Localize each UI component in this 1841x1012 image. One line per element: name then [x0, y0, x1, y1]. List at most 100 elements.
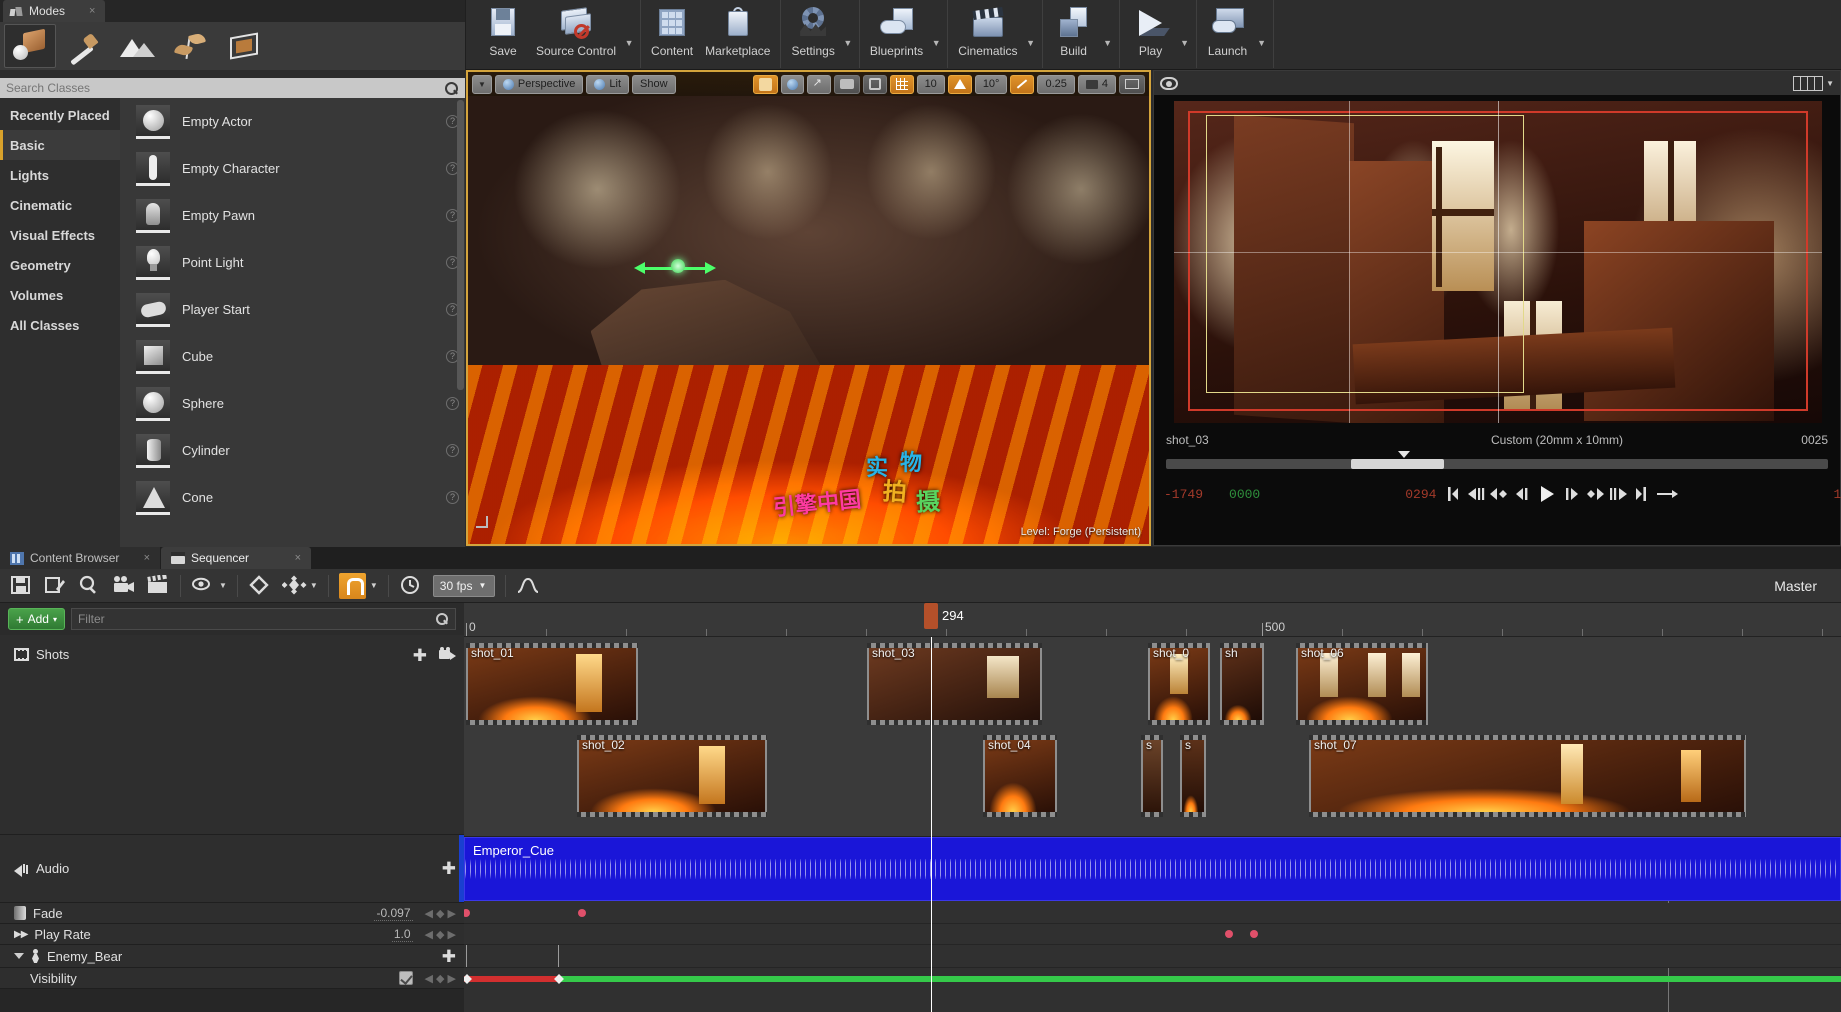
- show-menu-button[interactable]: Show: [632, 74, 676, 94]
- source-control-caret-icon[interactable]: ▼: [622, 38, 636, 48]
- scale-snap-value-button[interactable]: 0.25: [1037, 74, 1075, 94]
- track-row-play-rate[interactable]: ▶▶ Play Rate 1.0 ◀ ◆ ▶: [0, 924, 464, 945]
- curve-editor-button[interactable]: [516, 575, 540, 597]
- blueprints-button[interactable]: Blueprints: [864, 0, 929, 58]
- cinematic-scrubber[interactable]: [1166, 451, 1828, 469]
- time-snap-button[interactable]: [399, 575, 423, 597]
- jump-to-end-button[interactable]: [1630, 484, 1652, 504]
- cinematics-caret-icon[interactable]: ▼: [1024, 38, 1038, 48]
- close-icon[interactable]: ×: [144, 552, 150, 564]
- shot-clip[interactable]: s: [1141, 735, 1163, 817]
- shot-clip[interactable]: shot_06: [1296, 643, 1428, 725]
- help-icon[interactable]: ?: [446, 491, 459, 504]
- tab-sequencer[interactable]: Sequencer ×: [161, 547, 311, 569]
- keyframe[interactable]: [464, 909, 470, 917]
- track-row-visibility[interactable]: Visibility ◀ ◆ ▶: [0, 968, 464, 989]
- list-item[interactable]: Empty Character ?: [120, 145, 465, 192]
- forward-button[interactable]: [1607, 484, 1629, 504]
- track-row-shots[interactable]: Shots ✚: [0, 635, 464, 835]
- camera-perspective-button[interactable]: Perspective: [494, 74, 584, 94]
- surface-snap-button[interactable]: [862, 74, 887, 94]
- keyframe[interactable]: [578, 909, 586, 917]
- step-back-button[interactable]: [1511, 484, 1533, 504]
- close-icon[interactable]: ×: [89, 5, 95, 17]
- list-item[interactable]: Empty Actor ?: [120, 98, 465, 145]
- create-camera-button[interactable]: [112, 575, 136, 597]
- category-cinematic[interactable]: Cinematic: [0, 190, 120, 220]
- list-item[interactable]: Cylinder ?: [120, 427, 465, 474]
- keyframe-nav-group[interactable]: ◀ ◆ ▶: [425, 907, 457, 920]
- search-classes-field[interactable]: [0, 78, 465, 98]
- rotate-mode-button[interactable]: ↗: [806, 74, 831, 94]
- create-camera-icon[interactable]: [439, 647, 456, 660]
- translate-mode-button[interactable]: [780, 74, 804, 94]
- play-caret-icon[interactable]: ▼: [1178, 38, 1192, 48]
- maximize-viewport-button[interactable]: [1119, 74, 1145, 94]
- filter-input[interactable]: Filter: [70, 608, 456, 630]
- shot-clip[interactable]: shot_0: [1148, 643, 1210, 725]
- source-control-button[interactable]: Source Control: [530, 0, 622, 58]
- track-row-fade[interactable]: Fade -0.097 ◀ ◆ ▶: [0, 903, 464, 924]
- list-item[interactable]: Point Light ?: [120, 239, 465, 286]
- category-volumes[interactable]: Volumes: [0, 280, 120, 310]
- build-button[interactable]: Build: [1047, 0, 1101, 58]
- level-viewport[interactable]: 引擎中国 拍 摄 实 物 Level: Forge (Persistent) ▼…: [466, 70, 1151, 546]
- keyframe-nav-group[interactable]: ◀ ◆ ▶: [425, 972, 457, 985]
- shot-clip[interactable]: s: [1180, 735, 1206, 817]
- auto-key-button[interactable]: [281, 575, 307, 597]
- loop-button[interactable]: [1653, 484, 1683, 504]
- playback-options-button[interactable]: [191, 575, 215, 597]
- shot-clip[interactable]: shot_07: [1309, 735, 1746, 817]
- build-caret-icon[interactable]: ▼: [1101, 38, 1115, 48]
- visibility-checkbox[interactable]: [398, 971, 413, 985]
- snap-toggle-button[interactable]: [338, 572, 366, 599]
- save-button[interactable]: Save: [476, 0, 530, 58]
- play-rate-value[interactable]: 1.0: [391, 927, 413, 942]
- step-back-key-button[interactable]: [1488, 484, 1510, 504]
- shot-clip[interactable]: shot_01: [466, 643, 638, 725]
- cinematics-button[interactable]: Cinematics: [952, 0, 1023, 58]
- visibility-keyframe-row[interactable]: [464, 968, 1841, 989]
- fade-value[interactable]: -0.097: [374, 906, 413, 921]
- shot-clip[interactable]: shot_02: [577, 735, 767, 817]
- category-visual-effects[interactable]: Visual Effects: [0, 220, 120, 250]
- shot-clip[interactable]: shot_03: [867, 643, 1042, 725]
- list-item[interactable]: Sphere ?: [120, 380, 465, 427]
- playhead-handle[interactable]: [924, 603, 938, 629]
- shot-clip[interactable]: sh: [1220, 643, 1264, 725]
- enemy-bear-row[interactable]: [464, 945, 1841, 968]
- translate-gizmo[interactable]: [634, 258, 717, 277]
- landscape-mode-button[interactable]: [112, 24, 164, 68]
- tab-modes[interactable]: Modes ×: [3, 0, 106, 22]
- keyframe-button[interactable]: [248, 574, 272, 597]
- play-button[interactable]: [1534, 484, 1560, 504]
- previous-key-button[interactable]: [1465, 484, 1487, 504]
- chevron-down-icon[interactable]: ▼: [219, 581, 227, 590]
- sequencer-timeline[interactable]: 0 500 1000 294: [464, 603, 1841, 1012]
- place-mode-button[interactable]: [4, 24, 56, 68]
- step-forward-button[interactable]: [1561, 484, 1583, 504]
- help-icon[interactable]: ?: [446, 444, 459, 457]
- transport-end-value[interactable]: 1700: [1833, 487, 1841, 502]
- search-input[interactable]: [6, 81, 444, 95]
- shot-clip[interactable]: shot_04: [983, 735, 1057, 817]
- settings-button[interactable]: Settings: [785, 0, 840, 58]
- content-button[interactable]: Content: [645, 0, 699, 58]
- category-recently-placed[interactable]: Recently Placed: [0, 100, 120, 130]
- timeline-ruler[interactable]: 0 500 1000: [464, 603, 1841, 637]
- keyframe[interactable]: [1250, 930, 1258, 938]
- transport-in-value[interactable]: -1749: [1164, 487, 1203, 502]
- scale-snap-toggle[interactable]: [1010, 74, 1035, 94]
- audio-clip-emperor-cue[interactable]: Emperor_Cue: [464, 837, 1841, 901]
- fps-dropdown[interactable]: 30 fps ▼: [432, 574, 495, 597]
- shots-track-area[interactable]: shot_01 shot_03 shot_0 sh shot_06 shot_0…: [464, 637, 1841, 837]
- viewer-options-icon[interactable]: [1160, 76, 1178, 90]
- add-track-button[interactable]: + Add ▾: [8, 608, 65, 630]
- cinematic-preview-image[interactable]: [1174, 101, 1822, 423]
- geometry-mode-button[interactable]: [220, 24, 272, 68]
- class-list-scrollbar[interactable]: [457, 100, 464, 390]
- keyframe-nav-group[interactable]: ◀ ◆ ▶: [425, 928, 457, 941]
- list-item[interactable]: Cone ?: [120, 474, 465, 521]
- marketplace-button[interactable]: Marketplace: [699, 0, 776, 58]
- fade-keyframe-row[interactable]: [464, 903, 1841, 924]
